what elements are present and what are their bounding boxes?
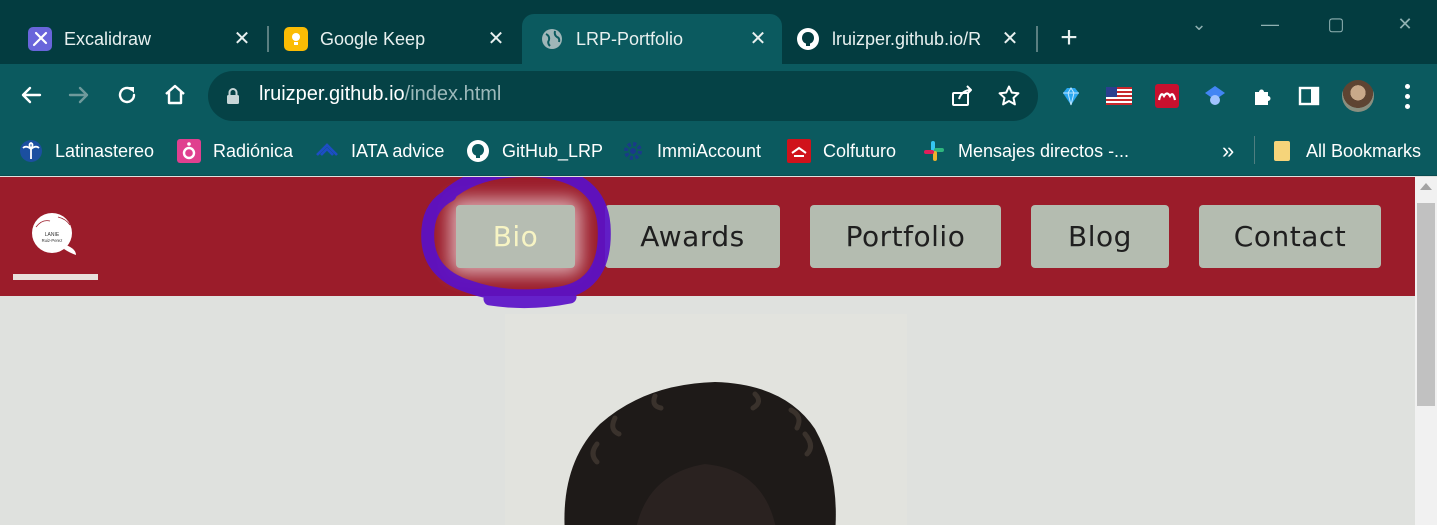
tab-strip: Excalidraw ✕ Google Keep ✕ LRP-Portfolio… [0, 0, 1437, 64]
bookmark-label: All Bookmarks [1306, 140, 1422, 161]
home-button[interactable] [158, 78, 192, 112]
address-bar[interactable]: lruizper.github.io/index.html [208, 71, 1038, 121]
browser-toolbar: lruizper.github.io/index.html [0, 64, 1437, 128]
close-tab-icon[interactable]: ✕ [746, 27, 770, 51]
tab-divider [267, 26, 269, 52]
all-bookmarks-button[interactable]: All Bookmarks [1270, 137, 1421, 165]
tab-github-page[interactable]: lruizper.github.io/R ✕ [784, 14, 1034, 64]
url-host: lruizper.github.io [259, 83, 405, 105]
bookmarks-bar: Latinastereo Radiónica IATA advice GitHu… [0, 128, 1437, 176]
page-scrollbar[interactable] [1415, 177, 1437, 525]
puzzle-extensions-icon[interactable] [1250, 83, 1276, 109]
close-tab-icon[interactable]: ✕ [998, 27, 1022, 51]
slack-icon [922, 139, 946, 163]
minimize-button[interactable]: — [1255, 10, 1285, 38]
bookmark-label: ImmiAccount [657, 140, 762, 161]
new-tab-button[interactable]: + [1052, 22, 1086, 56]
url-path: /index.html [404, 83, 502, 105]
scholar-extension-icon[interactable] [1202, 83, 1228, 109]
profile-photo [505, 314, 907, 525]
browser-menu-icon[interactable] [1395, 81, 1419, 111]
iata-icon [315, 139, 339, 163]
logo-underline [13, 274, 98, 280]
diamond-extension-icon[interactable] [1058, 83, 1084, 109]
back-arrow-icon [21, 86, 42, 104]
bookmark-label: IATA advice [351, 140, 445, 161]
close-tab-icon[interactable]: ✕ [484, 27, 508, 51]
forward-arrow-icon [68, 86, 89, 104]
nav-blog-button[interactable]: Blog [1031, 205, 1169, 268]
bookmark-latinastereo[interactable]: Latinastereo [19, 137, 154, 165]
bookmark-label: Colfuturo [823, 140, 897, 161]
window-close-button[interactable]: ✕ [1390, 10, 1420, 38]
web-page: LANIE Ruiz-Perez Bio Awards Portfolio Bl… [0, 177, 1415, 525]
folder-icon [1270, 139, 1294, 163]
nav-contact-button[interactable]: Contact [1199, 205, 1381, 268]
scroll-up-arrow-icon[interactable] [1420, 183, 1432, 190]
bookmark-label: GitHub_LRP [502, 140, 604, 161]
nav-awards-button[interactable]: Awards [605, 205, 780, 268]
forward-button[interactable] [62, 78, 96, 112]
bookmark-star-icon[interactable] [996, 83, 1022, 109]
nav-bio-button[interactable]: Bio [456, 205, 575, 268]
bookmark-colfuturo[interactable]: Colfuturo [787, 137, 896, 165]
tab-lrp-portfolio[interactable]: LRP-Portfolio ✕ [522, 14, 782, 64]
keep-icon [284, 27, 308, 51]
globe-icon [540, 27, 564, 51]
home-icon [165, 84, 185, 105]
tab-title: Excalidraw [64, 28, 152, 49]
palm-tree-icon [19, 139, 43, 163]
site-header: LANIE Ruiz-Perez Bio Awards Portfolio Bl… [0, 177, 1415, 296]
logo-text-line2: Ruiz-Perez [42, 238, 63, 243]
bookmark-label: Latinastereo [55, 140, 155, 161]
github-icon [796, 27, 820, 51]
excalidraw-icon [28, 27, 52, 51]
bookmarks-overflow-button[interactable]: » [1222, 138, 1234, 164]
mendeley-extension-icon[interactable] [1154, 83, 1180, 109]
reload-button[interactable] [110, 78, 144, 112]
tab-excalidraw[interactable]: Excalidraw ✕ [16, 14, 266, 64]
share-icon[interactable] [949, 83, 975, 109]
scroll-thumb[interactable] [1417, 203, 1435, 406]
url-text[interactable]: lruizper.github.io/index.html [259, 83, 501, 106]
bookmark-label: Mensajes directos -... [958, 140, 1130, 161]
maximize-button[interactable]: ▢ [1321, 10, 1351, 38]
bookmarks-divider [1254, 136, 1255, 164]
gear-icon [621, 139, 645, 163]
colfuturo-icon [787, 139, 811, 163]
bookmark-mensajes-directos[interactable]: Mensajes directos -... [922, 137, 1129, 165]
tab-google-keep[interactable]: Google Keep ✕ [272, 14, 520, 64]
tab-title: Google Keep [320, 28, 426, 49]
bookmark-iata-advice[interactable]: IATA advice [315, 137, 444, 165]
reload-icon [118, 86, 136, 104]
radionica-icon [177, 139, 201, 163]
back-button[interactable] [14, 78, 48, 112]
bookmark-github-lrp[interactable]: GitHub_LRP [466, 137, 603, 165]
tab-title: lruizper.github.io/R [832, 28, 982, 49]
bookmark-radionica[interactable]: Radiónica [177, 137, 293, 165]
tab-search-icon[interactable]: ⌄ [1184, 10, 1214, 38]
us-flag-extension-icon[interactable] [1106, 83, 1132, 109]
site-logo[interactable]: LANIE Ruiz-Perez [30, 211, 80, 257]
bookmark-immiaccount[interactable]: ImmiAccount [621, 137, 761, 165]
close-tab-icon[interactable]: ✕ [230, 27, 254, 51]
side-panel-icon[interactable] [1296, 83, 1322, 109]
nav-portfolio-button[interactable]: Portfolio [810, 205, 1001, 268]
github-icon [466, 139, 490, 163]
profile-avatar[interactable] [1342, 80, 1374, 112]
bookmark-label: Radiónica [213, 140, 294, 161]
tab-title: LRP-Portfolio [576, 28, 684, 49]
tab-divider [1036, 26, 1038, 52]
lock-icon [227, 88, 239, 104]
